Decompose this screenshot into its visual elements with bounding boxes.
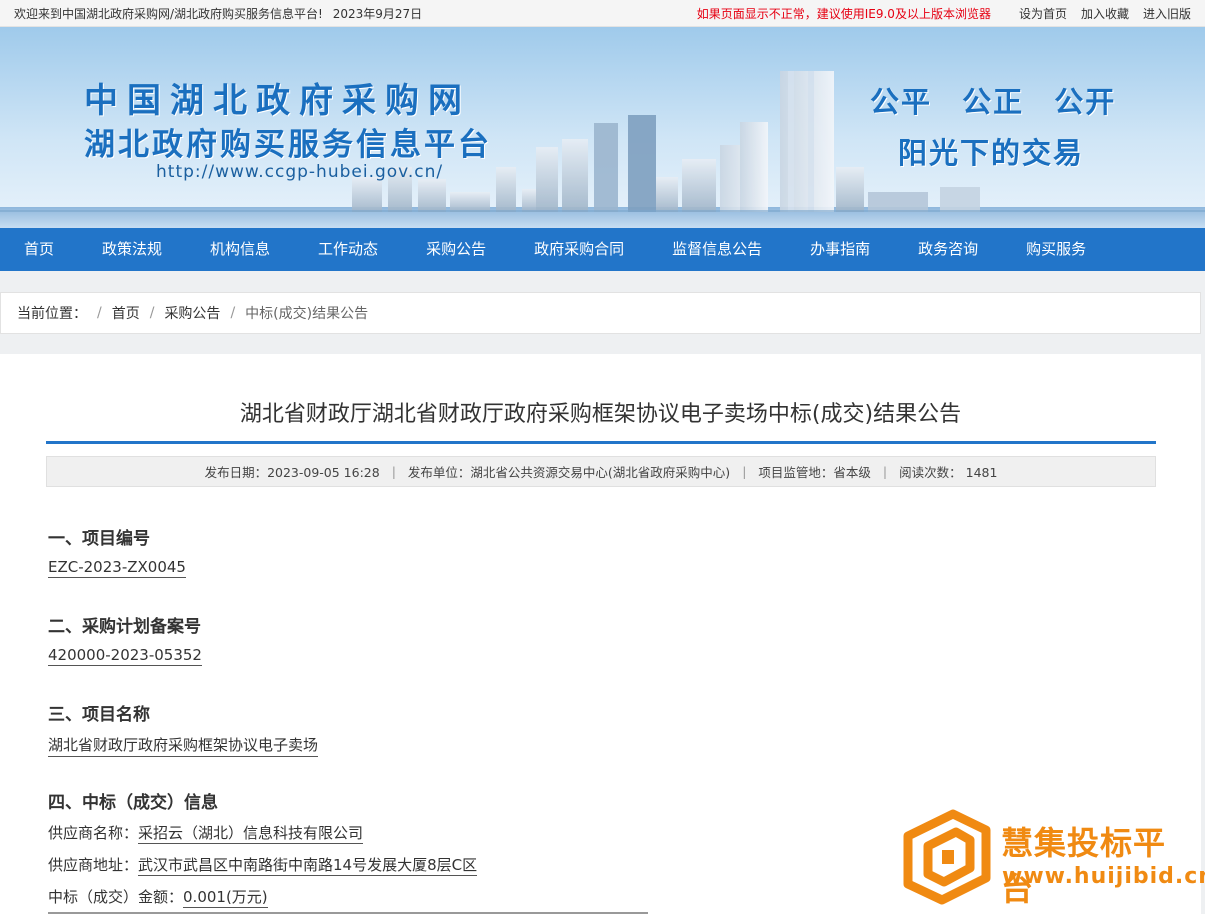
project-number: EZC-2023-ZX0045 xyxy=(48,558,186,578)
project-name: 湖北省财政厅政府采购框架协议电子卖场 xyxy=(48,734,319,757)
breadcrumb-separator: / xyxy=(230,305,236,321)
welcome-text: 欢迎来到中国湖北政府采购网/湖北政府购买服务信息平台! 2023年9月27日 xyxy=(14,5,697,22)
nav-consulting[interactable]: 政务咨询 xyxy=(894,228,1002,271)
supplier-address-row: 供应商地址：武汉市武昌区中南路街中南路14号发展大厦8层C区 xyxy=(48,854,478,876)
breadcrumb-separator: / xyxy=(149,305,155,321)
nav-institutions[interactable]: 机构信息 xyxy=(186,228,294,271)
section-heading-project-name: 三、项目名称 xyxy=(48,705,150,725)
nav-guide[interactable]: 办事指南 xyxy=(786,228,894,271)
set-homepage-link[interactable]: 设为首页 xyxy=(1019,5,1067,22)
supplier-address-label: 供应商地址： xyxy=(48,856,139,874)
breadcrumb-separator: / xyxy=(97,305,102,321)
slogan-transparency: 阳光下的交易 xyxy=(898,136,1085,170)
site-banner: 中国湖北政府采购网 湖北政府购买服务信息平台 http://www.ccgp-h… xyxy=(0,27,1205,228)
article-meta: 发布日期：2023-09-05 16:28 | 发布单位：湖北省公共资源交易中心… xyxy=(46,456,1156,487)
welcome-message: 欢迎来到中国湖北政府采购网/湖北政府购买服务信息平台! xyxy=(14,6,323,21)
nav-policies[interactable]: 政策法规 xyxy=(78,228,186,271)
slogan-fairness: 公平 公正 公开 xyxy=(870,85,1117,119)
meta-separator: | xyxy=(391,464,396,479)
plan-number: 420000-2023-05352 xyxy=(48,646,202,666)
meta-separator: | xyxy=(742,464,747,479)
watermark-logo-icon xyxy=(903,809,991,905)
supplier-name-row: 供应商名称：采招云（湖北）信息科技有限公司 xyxy=(48,822,364,844)
nav-purchase-services[interactable]: 购买服务 xyxy=(1002,228,1110,271)
award-amount-row: 中标（成交）金额：0.001(万元) xyxy=(48,886,268,908)
publish-date: 发布日期：2023-09-05 16:28 xyxy=(204,465,380,480)
breadcrumb: 当前位置： / 首页 / 采购公告 / 中标(成交)结果公告 xyxy=(0,292,1201,334)
article-title: 湖北省财政厅湖北省财政厅政府采购框架协议电子卖场中标(成交)结果公告 xyxy=(239,402,962,427)
nav-supervision[interactable]: 监督信息公告 xyxy=(648,228,786,271)
site-title: 中国湖北政府采购网 xyxy=(84,81,471,121)
publisher: 发布单位：湖北省公共资源交易中心(湖北省政府采购中心) xyxy=(407,465,731,480)
watermark-url: www.huijibid.cn xyxy=(1002,864,1205,889)
supplier-address: 武汉市武昌区中南路街中南路14号发展大厦8层C区 xyxy=(138,856,478,876)
breadcrumb-label: 当前位置： xyxy=(17,306,87,322)
view-count: 阅读次数： 1481 xyxy=(899,465,998,480)
award-amount: 0.001(万元) xyxy=(183,888,268,908)
nav-work-news[interactable]: 工作动态 xyxy=(294,228,402,271)
breadcrumb-home[interactable]: 首页 xyxy=(112,303,140,323)
main-navigation: 首页 政策法规 机构信息 工作动态 采购公告 政府采购合同 监督信息公告 办事指… xyxy=(0,228,1205,271)
current-date: 2023年9月27日 xyxy=(332,6,423,21)
section-heading-project-number: 一、项目编号 xyxy=(48,529,150,549)
title-divider xyxy=(46,441,1156,444)
site-url: http://www.ccgp-hubei.gov.cn/ xyxy=(156,162,444,182)
site-subtitle: 湖北政府购买服务信息平台 xyxy=(84,127,492,163)
add-favorite-link[interactable]: 加入收藏 xyxy=(1081,5,1129,22)
breadcrumb-notices[interactable]: 采购公告 xyxy=(164,303,220,323)
meta-separator: | xyxy=(882,464,888,479)
top-bar: 欢迎来到中国湖北政府采购网/湖北政府购买服务信息平台! 2023年9月27日 如… xyxy=(0,0,1205,27)
section-heading-award-info: 四、中标（成交）信息 xyxy=(48,793,218,813)
supervision-region: 项目监管地：省本级 xyxy=(758,465,871,480)
nav-procurement-notices[interactable]: 采购公告 xyxy=(402,228,510,271)
section-heading-plan-number: 二、采购计划备案号 xyxy=(48,617,201,637)
nav-home[interactable]: 首页 xyxy=(0,228,78,271)
supplier-name: 采招云（湖北）信息科技有限公司 xyxy=(138,824,364,844)
supplier-name-label: 供应商名称： xyxy=(48,824,139,842)
award-amount-label: 中标（成交）金额： xyxy=(48,888,184,906)
nav-contracts[interactable]: 政府采购合同 xyxy=(510,228,648,271)
old-version-link[interactable]: 进入旧版 xyxy=(1143,5,1191,22)
breadcrumb-current: 中标(成交)结果公告 xyxy=(245,306,369,322)
watermark: 慧集投标平台 www.huijibid.cn xyxy=(898,806,1205,908)
browser-warning: 如果页面显示不正常，建议使用IE9.0及以上版本浏览器 xyxy=(696,6,991,21)
